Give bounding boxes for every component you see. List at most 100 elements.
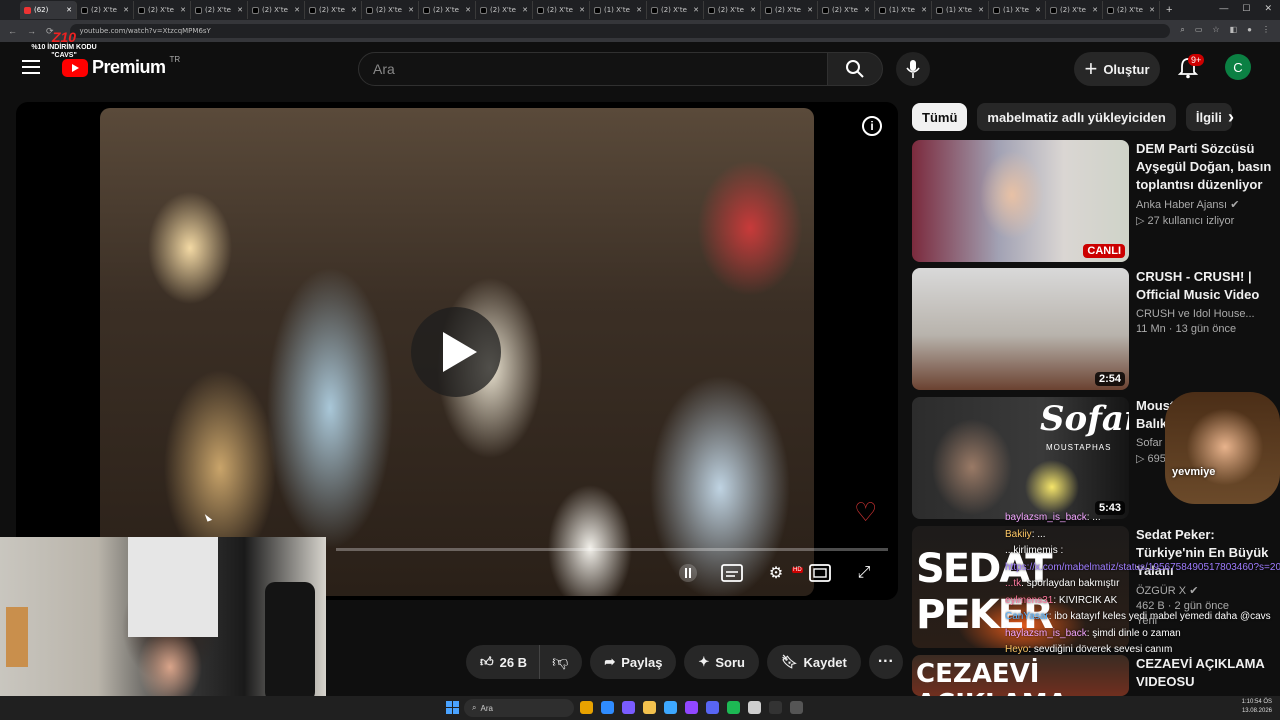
voice-search-button[interactable] (896, 52, 930, 86)
tab-close-icon[interactable]: ✕ (294, 6, 300, 14)
profile-icon[interactable]: ● (1247, 25, 1252, 35)
windows-start-icon[interactable] (446, 701, 459, 714)
tab-close-icon[interactable]: ✕ (807, 6, 813, 14)
browser-tab[interactable]: (2) X'te ✕ (248, 1, 305, 19)
subtitles-icon[interactable] (720, 562, 744, 584)
chevron-right-icon[interactable]: › (1228, 107, 1234, 128)
tab-close-icon[interactable]: ✕ (978, 6, 984, 14)
search-input[interactable]: Ara (358, 52, 828, 86)
tab-close-icon[interactable]: ✕ (123, 6, 129, 14)
browser-tab[interactable]: (2) X'te ✕ (533, 1, 590, 19)
tab-close-icon[interactable]: ✕ (693, 6, 699, 14)
video-thumbnail[interactable]: Sofar MOUSTAPHAS 5:43 (912, 397, 1129, 519)
account-avatar[interactable]: C (1225, 54, 1251, 80)
tab-close-icon[interactable]: ✕ (522, 6, 528, 14)
create-button[interactable]: + Oluştur (1074, 52, 1160, 86)
browser-tab[interactable]: (2) X'te ✕ (1046, 1, 1103, 19)
bookmark-star-icon[interactable]: ☆ (1212, 25, 1219, 35)
browser-menu-icon[interactable]: ⋮ (1262, 25, 1270, 35)
tab-close-icon[interactable]: ✕ (1092, 6, 1098, 14)
tab-close-icon[interactable]: ✕ (921, 6, 927, 14)
like-button[interactable]: 👍︎ 26 B (466, 645, 541, 679)
video-title[interactable]: CRUSH - CRUSH! | Official Music Video (1136, 268, 1272, 304)
chrome-icon[interactable] (580, 701, 593, 714)
url-field[interactable]: youtube.com/watch?v=XtzcqMPM6sY (69, 24, 1170, 38)
taskbar-search[interactable]: ⌕ Ara (464, 699, 574, 717)
browser-tab[interactable]: (1) X'te ✕ (989, 1, 1046, 19)
browser-tab[interactable]: (2) X'te ✕ (647, 1, 704, 19)
tab-close-icon[interactable]: ✕ (1035, 6, 1041, 14)
tab-close-icon[interactable]: ✕ (579, 6, 585, 14)
video-thumbnail[interactable]: 2:54 (912, 268, 1129, 390)
extensions-icon[interactable]: ◧ (1230, 25, 1238, 35)
video-player[interactable]: i ♡ ⚙ ⤢ HD (16, 102, 898, 600)
theater-mode-icon[interactable] (808, 562, 832, 584)
recommendation-item[interactable]: CEZAEVİ AÇIKLAMA CEZAEVİ AÇIKLAMA VIDEOS… (912, 655, 1272, 696)
chip-related[interactable]: İlgili (1185, 103, 1232, 131)
recommendation-item[interactable]: CANLI DEM Parti Sözcüsü Ayşegül Doğan, b… (912, 140, 1272, 262)
play-button[interactable] (411, 307, 501, 397)
zoom-icon[interactable]: ⌕ (1180, 25, 1184, 35)
share-button[interactable]: ➦ Paylaş (590, 645, 677, 679)
save-button[interactable]: 🔖︎ Kaydet (766, 645, 861, 679)
app-icon[interactable] (664, 701, 677, 714)
browser-tab[interactable]: (2) X'te ✕ (419, 1, 476, 19)
pause-icon[interactable] (676, 562, 700, 584)
browser-tab[interactable]: (2) X'te ✕ (134, 1, 191, 19)
maximize-icon[interactable]: ☐ (1242, 3, 1250, 14)
browser-tab[interactable]: (1) X'te ✕ (932, 1, 989, 19)
obs-icon[interactable] (769, 701, 782, 714)
ask-button[interactable]: ✦ Soru (684, 645, 759, 679)
search-button[interactable] (827, 52, 883, 86)
app-icon[interactable] (748, 701, 761, 714)
tab-close-icon[interactable]: ✕ (351, 6, 357, 14)
browser-tab[interactable]: (2) X'te ✕ (704, 1, 761, 19)
back-icon[interactable]: ← (8, 26, 17, 37)
video-title[interactable]: CEZAEVİ AÇIKLAMA VIDEOSU (1136, 655, 1272, 691)
new-tab-icon[interactable]: + (1166, 4, 1172, 16)
video-thumbnail[interactable]: CANLI (912, 140, 1129, 262)
video-thumbnail[interactable]: CEZAEVİ AÇIKLAMA (912, 655, 1129, 696)
tab-close-icon[interactable]: ✕ (636, 6, 642, 14)
chip-from-uploader[interactable]: mabelmatiz adlı yükleyiciden (977, 103, 1176, 131)
edge-icon[interactable] (601, 701, 614, 714)
recommendation-item[interactable]: 2:54 CRUSH - CRUSH! | Official Music Vid… (912, 268, 1272, 390)
progress-bar[interactable] (336, 548, 888, 551)
fullscreen-icon[interactable]: ⤢ (852, 562, 876, 584)
info-icon[interactable]: i (862, 116, 882, 136)
chip-all[interactable]: Tümü (912, 103, 968, 131)
browser-tab[interactable]: (2) X'te ✕ (476, 1, 533, 19)
channel-name[interactable]: Anka Haber Ajansı ✔ (1136, 198, 1272, 211)
minimize-icon[interactable]: — (1219, 3, 1228, 14)
cast-icon[interactable]: ▭ (1195, 25, 1203, 35)
browser-tab[interactable]: (2) X'te ✕ (818, 1, 875, 19)
tab-close-icon[interactable]: ✕ (1149, 6, 1155, 14)
browser-tab[interactable]: (2) X'te ✕ (362, 1, 419, 19)
dislike-button[interactable]: 👎︎ (540, 645, 582, 679)
more-actions-button[interactable]: ··· (868, 645, 903, 679)
browser-tab[interactable]: (2) X'te ✕ (1103, 1, 1160, 19)
browser-tab[interactable]: (2) X'te ✕ (761, 1, 818, 19)
tab-close-icon[interactable]: ✕ (465, 6, 471, 14)
tab-close-icon[interactable]: ✕ (864, 6, 870, 14)
tab-close-icon[interactable]: ✕ (237, 6, 243, 14)
close-window-icon[interactable]: ✕ (1264, 3, 1272, 14)
browser-tab[interactable]: (1) X'te ✕ (590, 1, 647, 19)
app-icon[interactable] (622, 701, 635, 714)
twitch-icon[interactable] (685, 701, 698, 714)
channel-name[interactable]: CRUSH ve Idol House... (1136, 308, 1272, 320)
discord-icon[interactable] (706, 701, 719, 714)
tab-close-icon[interactable]: ✕ (66, 6, 72, 14)
browser-tab[interactable]: (2) X'te ✕ (77, 1, 134, 19)
file-explorer-icon[interactable] (643, 701, 656, 714)
settings-gear-icon[interactable]: ⚙ (764, 562, 788, 584)
tab-close-icon[interactable]: ✕ (180, 6, 186, 14)
browser-tab[interactable]: (2) X'te ✕ (305, 1, 362, 19)
browser-tab[interactable]: (62) ✕ (20, 1, 77, 19)
system-tray[interactable]: 1:10:54 ÖS 13.08.2026 (1242, 698, 1272, 716)
app-icon[interactable] (790, 701, 803, 714)
browser-tab[interactable]: (2) X'te ✕ (191, 1, 248, 19)
browser-tab[interactable]: (1) X'te ✕ (875, 1, 932, 19)
video-title[interactable]: DEM Parti Sözcüsü Ayşegül Doğan, basın t… (1136, 140, 1272, 194)
tab-close-icon[interactable]: ✕ (408, 6, 414, 14)
